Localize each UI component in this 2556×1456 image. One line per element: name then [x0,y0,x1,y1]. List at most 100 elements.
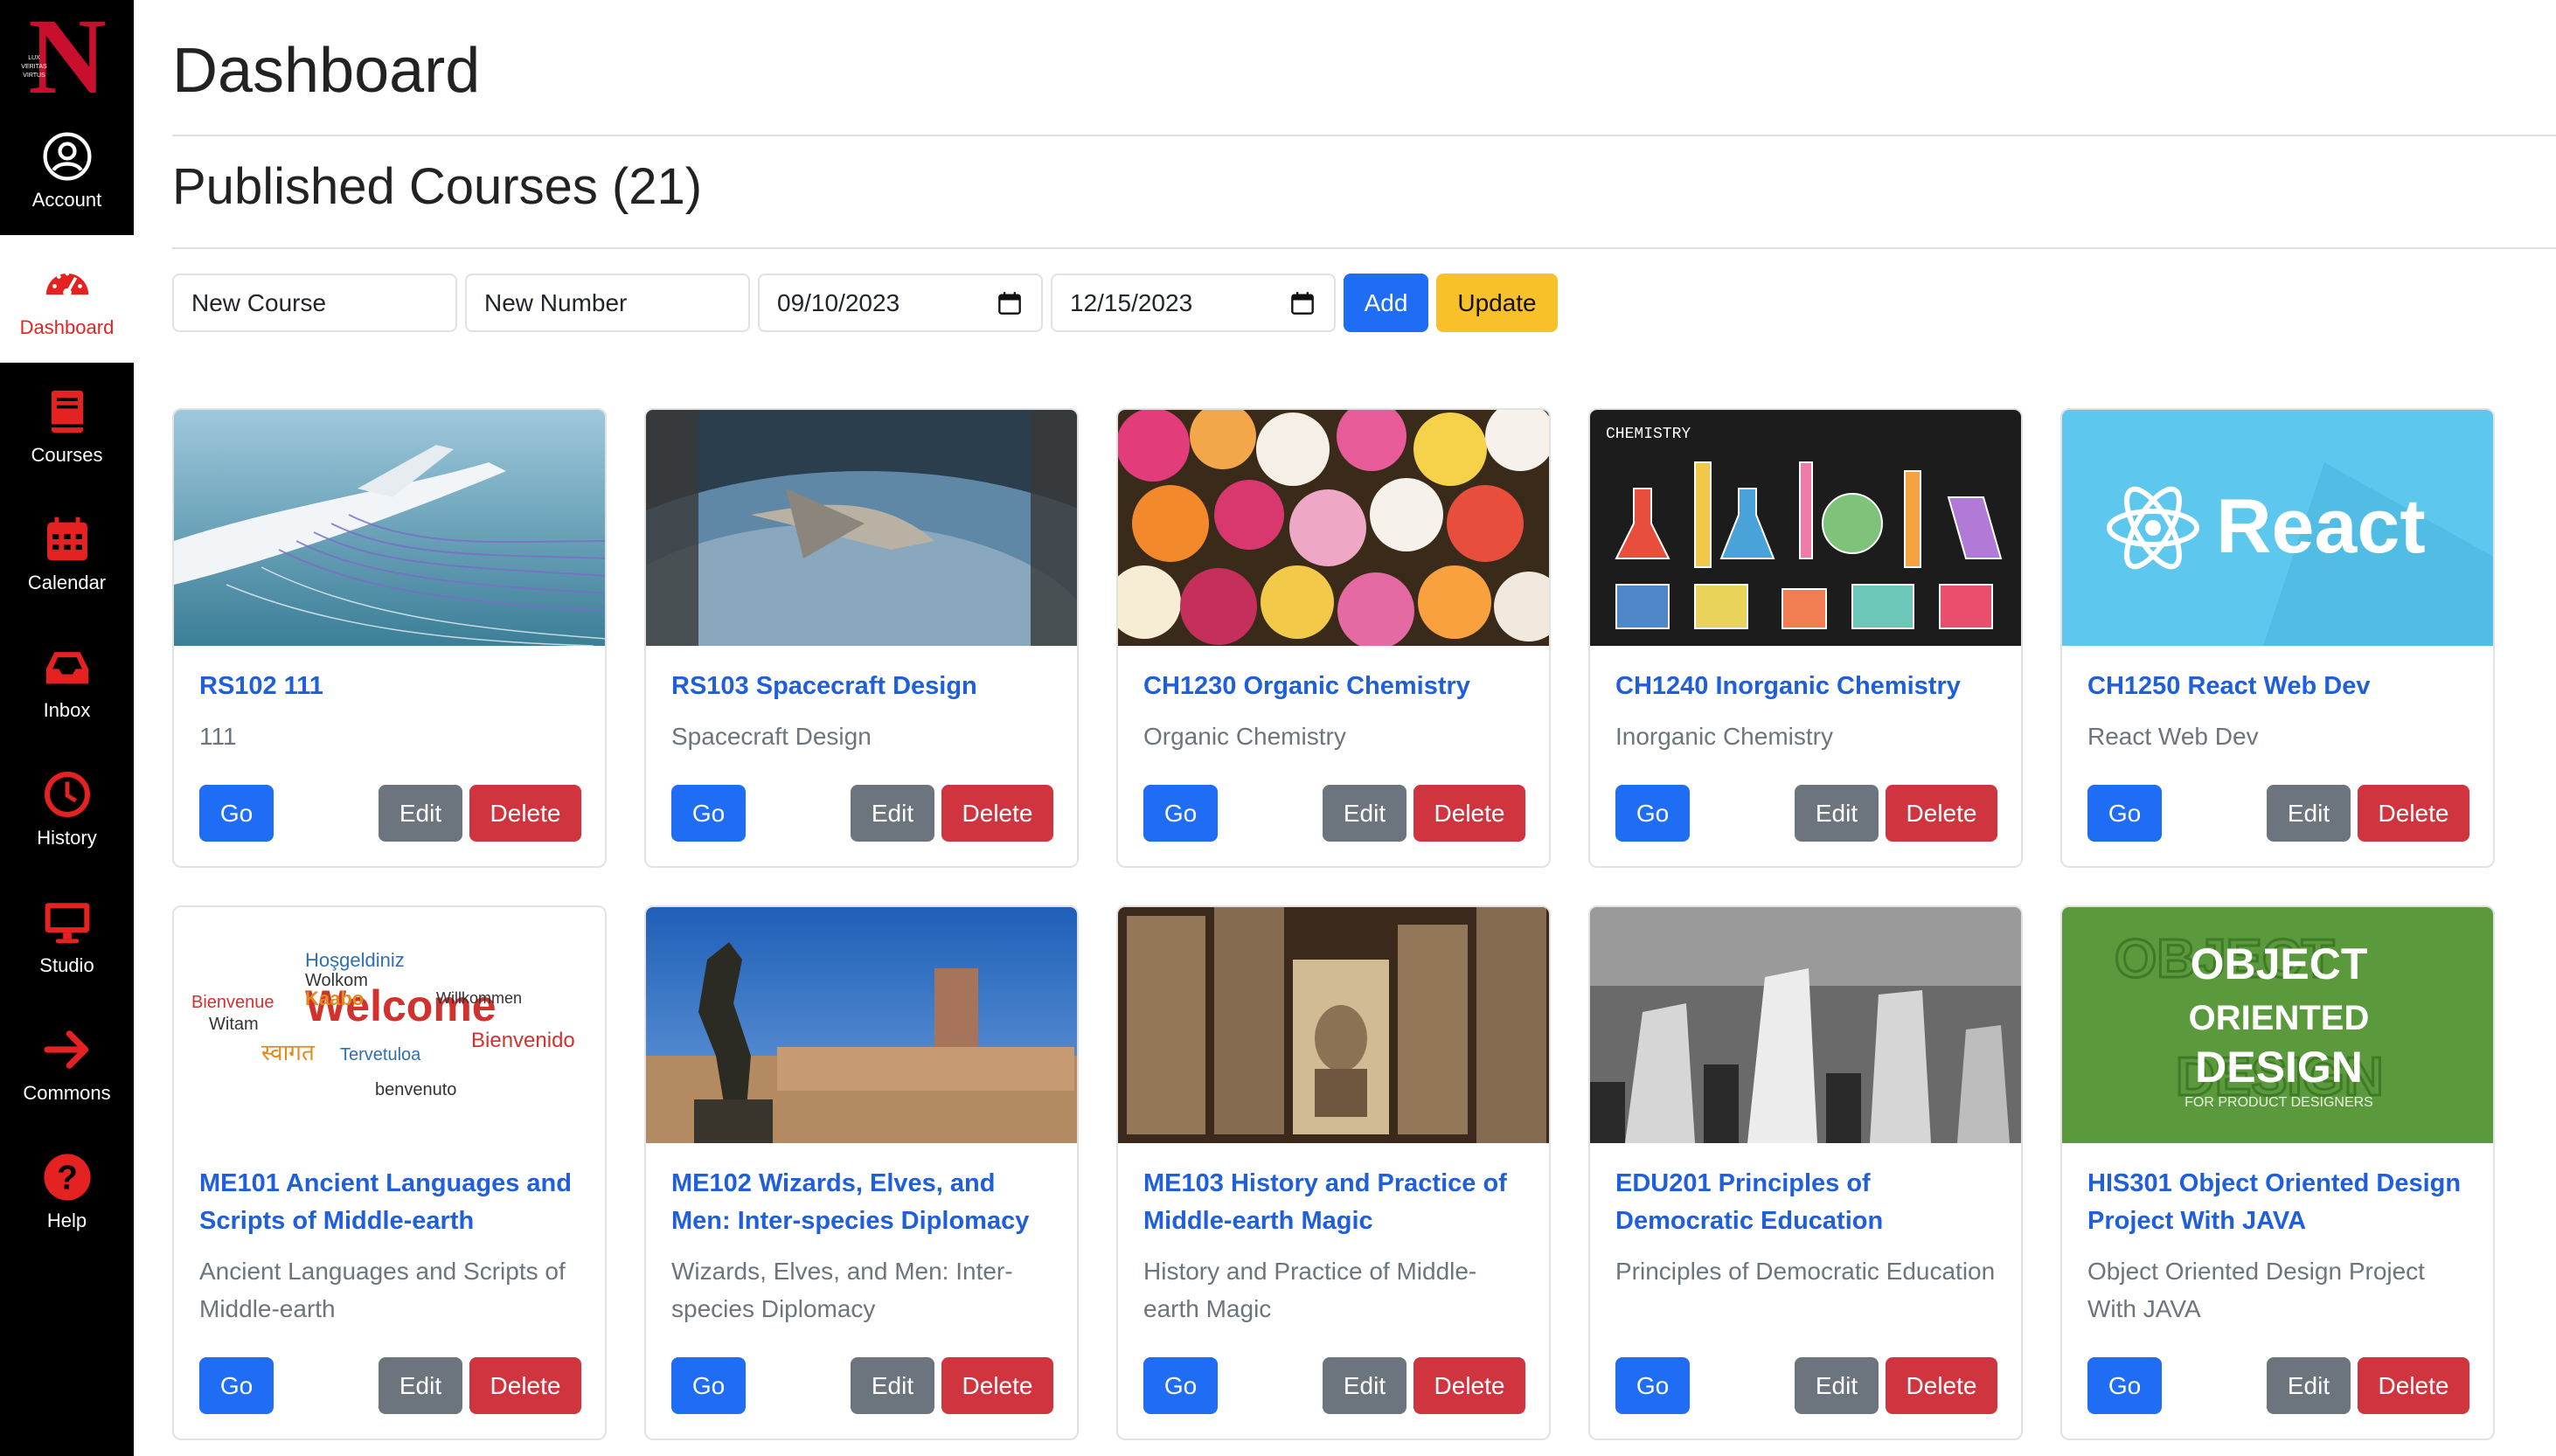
course-name-input[interactable]: New Course [172,274,457,332]
course-card: CHEMISTRY CH1240 Inorganic Chemistry Ino… [1588,408,2023,868]
go-button[interactable]: Go [2087,1357,2162,1414]
sidebar-item-label: History [37,827,97,849]
course-title-link[interactable]: CH1250 React Web Dev [2087,668,2472,705]
course-image-spacecraft[interactable] [646,410,1077,646]
course-title-link[interactable]: RS103 Spacecraft Design [671,668,1056,705]
svg-text:Kaabo: Kaabo [305,988,364,1009]
logo-mark: N LUX VERITAS VIRTUS [21,7,107,101]
sidebar-item-label: Courses [31,444,103,466]
delete-button[interactable]: Delete [2358,1357,2469,1414]
course-title-link[interactable]: ME101 Ancient Languages and Scripts of M… [199,1165,584,1240]
course-title-link[interactable]: ME102 Wizards, Elves, and Men: Inter-spe… [671,1165,1056,1240]
go-button[interactable]: Go [2087,785,2162,842]
university-logo[interactable]: N LUX VERITAS VIRTUS [0,0,134,107]
svg-text:Bienvenue: Bienvenue [191,993,274,1012]
go-button[interactable]: Go [671,1357,746,1414]
course-image-raised-fists[interactable] [1590,907,2021,1143]
svg-text:Hoşgeldiniz: Hoşgeldiniz [305,949,405,971]
add-course-button[interactable]: Add [1344,274,1428,332]
delete-button[interactable]: Delete [1413,785,1525,842]
sidebar-item-inbox[interactable]: Inbox [0,618,134,745]
sidebar-item-calendar[interactable]: Calendar [0,490,134,618]
edit-button[interactable]: Edit [851,785,934,842]
course-subtitle: History and Practice of Middle-earth Mag… [1143,1258,1477,1322]
svg-text:LUX: LUX [28,55,40,61]
course-image-old-photos[interactable] [1118,907,1549,1143]
svg-text:React: React [2216,482,2426,569]
arrow-right-icon [43,1030,88,1069]
delete-button[interactable]: Delete [469,785,581,842]
start-date-input[interactable]: 09/10/2023 [758,274,1043,332]
delete-button[interactable]: Delete [1413,1357,1525,1414]
go-button[interactable]: Go [1615,785,1690,842]
course-title-link[interactable]: HIS301 Object Oriented Design Project Wi… [2087,1165,2472,1240]
sidebar-item-label: Studio [39,954,94,976]
course-image-chemistry[interactable]: CHEMISTRY [1590,410,2021,646]
sidebar-item-label: Help [46,1210,87,1231]
course-subtitle: Organic Chemistry [1143,723,1346,750]
sidebar-item-help[interactable]: ? Help [0,1128,134,1256]
go-button[interactable]: Go [671,785,746,842]
go-button[interactable]: Go [1615,1357,1690,1414]
course-image-word-cloud[interactable]: Welcome Hoşgeldiniz Wolkom Kaabo Bienven… [174,907,605,1143]
edit-button[interactable]: Edit [1323,1357,1406,1414]
svg-text:स्वागत: स्वागत [261,1039,316,1065]
course-title-link[interactable]: EDU201 Principles of Democratic Educatio… [1615,1165,2000,1240]
start-date-value: 09/10/2023 [777,288,900,316]
delete-button[interactable]: Delete [469,1357,581,1414]
sidebar-item-courses[interactable]: Courses [0,363,134,490]
update-course-button[interactable]: Update [1436,274,1558,332]
dashboard-gauge-icon [45,271,88,297]
course-title-link[interactable]: CH1230 Organic Chemistry [1143,668,1528,705]
sidebar-item-studio[interactable]: Studio [0,873,134,1001]
divider [172,135,2556,136]
monitor-icon [45,903,89,944]
edit-button[interactable]: Edit [379,1357,462,1414]
edit-button[interactable]: Edit [1323,785,1406,842]
delete-button[interactable]: Delete [1886,1357,1997,1414]
svg-text:benvenuto: benvenuto [375,1080,456,1099]
course-subtitle: Spacecraft Design [671,723,872,750]
course-image-ood[interactable]: OBJECT DESIGN OBJECT ORIENTED DESIGN FOR… [2062,907,2493,1143]
delete-button[interactable]: Delete [2358,785,2469,842]
page-title: Dashboard [172,36,481,106]
course-title-link[interactable]: CH1240 Inorganic Chemistry [1615,668,2000,705]
sidebar-item-label: Account [31,189,102,211]
edit-button[interactable]: Edit [2267,1357,2351,1414]
go-button[interactable]: Go [199,785,274,842]
course-number-input[interactable]: New Number [465,274,750,332]
svg-text:OBJECT: OBJECT [2191,939,2368,988]
sidebar-item-dashboard[interactable]: Dashboard [0,235,134,363]
go-button[interactable]: Go [1143,1357,1218,1414]
sidebar-item-account[interactable]: Account [0,107,134,235]
course-image-airplane[interactable] [174,410,605,646]
delete-button[interactable]: Delete [1886,785,1997,842]
edit-button[interactable]: Edit [1795,1357,1879,1414]
go-button[interactable]: Go [199,1357,274,1414]
course-image-statue[interactable] [646,907,1077,1143]
end-date-input[interactable]: 12/15/2023 [1051,274,1336,332]
sidebar-item-label: Commons [23,1082,111,1104]
calendar-picker-icon[interactable] [1290,291,1315,315]
course-image-react[interactable]: React [2062,410,2493,646]
edit-button[interactable]: Edit [2267,785,2351,842]
edit-button[interactable]: Edit [379,785,462,842]
course-card: ME102 Wizards, Elves, and Men: Inter-spe… [644,905,1079,1440]
course-card: RS102 111 111 Go Edit Delete [172,408,607,868]
sidebar-item-label: Inbox [43,699,91,721]
delete-button[interactable]: Delete [941,1357,1053,1414]
edit-button[interactable]: Edit [1795,785,1879,842]
delete-button[interactable]: Delete [941,785,1053,842]
course-title-link[interactable]: RS102 111 [199,668,584,705]
course-card: EDU201 Principles of Democratic Educatio… [1588,905,2023,1440]
calendar-picker-icon[interactable] [997,291,1022,315]
sidebar-item-commons[interactable]: Commons [0,1001,134,1128]
go-button[interactable]: Go [1143,785,1218,842]
course-card: ME103 History and Practice of Middle-ear… [1116,905,1551,1440]
sidebar-item-history[interactable]: History [0,745,134,873]
course-subtitle: Wizards, Elves, and Men: Inter-species D… [671,1258,1013,1322]
course-image-flowers[interactable] [1118,410,1549,646]
edit-button[interactable]: Edit [851,1357,934,1414]
course-title-link[interactable]: ME103 History and Practice of Middle-ear… [1143,1165,1528,1240]
section-title: Published Courses (21) [172,158,703,215]
